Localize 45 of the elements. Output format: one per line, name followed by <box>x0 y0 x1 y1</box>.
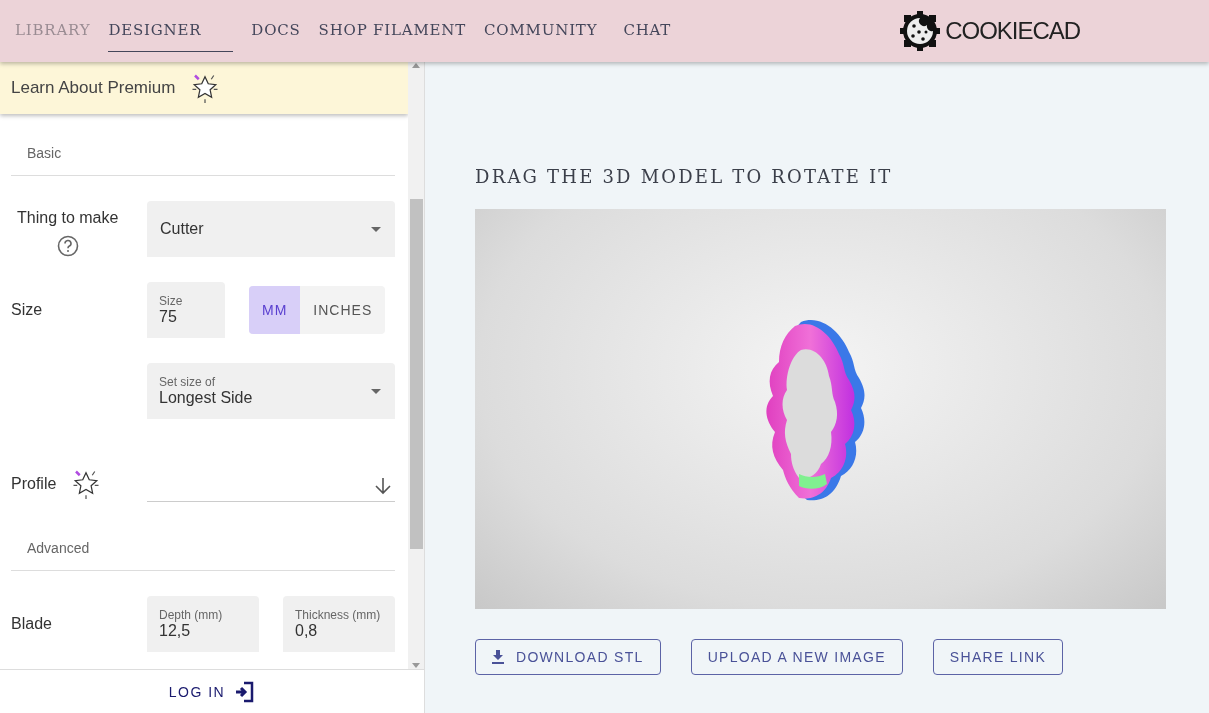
logo-text[interactable]: COOKIECAD <box>945 17 1081 45</box>
cookie-gear-icon <box>899 10 942 52</box>
field-label: Size <box>159 294 183 308</box>
premium-banner[interactable]: Learn About Premium <box>0 62 408 114</box>
dropdown-field[interactable]: Set size of Longest Side <box>147 363 395 419</box>
nav-tab[interactable]: DOCS <box>251 10 301 52</box>
field-value: Longest Side <box>159 389 253 407</box>
down-arrow-icon <box>375 477 391 495</box>
field-label: Depth (mm) <box>159 608 223 622</box>
premium-link[interactable]: Learn About Premium <box>11 78 176 98</box>
input-field[interactable]: Thickness (mm) 0,8 <box>283 596 395 652</box>
field-label: Thickness (mm) <box>295 608 381 622</box>
input-field[interactable]: Depth (mm) 12,5 <box>147 596 259 652</box>
scrollbar[interactable] <box>408 62 424 669</box>
scroll-up-arrow-icon[interactable] <box>412 62 420 68</box>
field-value: 0,8 <box>295 622 319 640</box>
viewer-heading: DRAG THE 3D MODEL TO ROTATE IT <box>475 166 894 187</box>
section-heading: Basic <box>11 145 395 176</box>
nav-tab[interactable]: DESIGNER <box>108 10 234 52</box>
field-value: 12,5 <box>159 622 192 640</box>
section-heading: Advanced <box>11 540 395 571</box>
dropdown-caret-icon <box>371 388 381 394</box>
login-icon <box>235 680 256 703</box>
model-viewer[interactable] <box>475 209 1166 609</box>
nav-tab[interactable]: CHAT <box>623 10 672 52</box>
action-button[interactable]: SHARE LINK <box>932 639 1064 675</box>
action-button[interactable]: UPLOAD A NEW IMAGE <box>690 639 903 675</box>
unit-toggle[interactable]: MM <box>249 286 301 334</box>
field-value: 75 <box>159 308 178 326</box>
dropdown-caret-icon <box>371 226 381 232</box>
nav-tab[interactable]: COMMUNITY <box>484 10 598 52</box>
help-icon[interactable] <box>56 235 79 257</box>
field-label: Thing to make <box>17 209 119 227</box>
field-label: Blade <box>11 615 52 633</box>
field-value: Cutter <box>160 220 204 238</box>
input-field[interactable]: Size 75 <box>147 282 225 338</box>
dropdown-field[interactable]: Cutter <box>147 201 395 257</box>
unit-toggle[interactable]: INCHES <box>300 286 386 334</box>
field-label: Profile <box>11 474 57 493</box>
action-button[interactable]: DOWNLOAD STL <box>475 639 661 675</box>
login-button[interactable]: LOG IN <box>162 679 262 704</box>
scroll-down-arrow-icon[interactable] <box>412 663 420 669</box>
field-label: Set size of <box>159 375 217 389</box>
nav-tab[interactable]: SHOP FILAMENT <box>318 10 467 52</box>
field-label: Size <box>11 301 43 319</box>
